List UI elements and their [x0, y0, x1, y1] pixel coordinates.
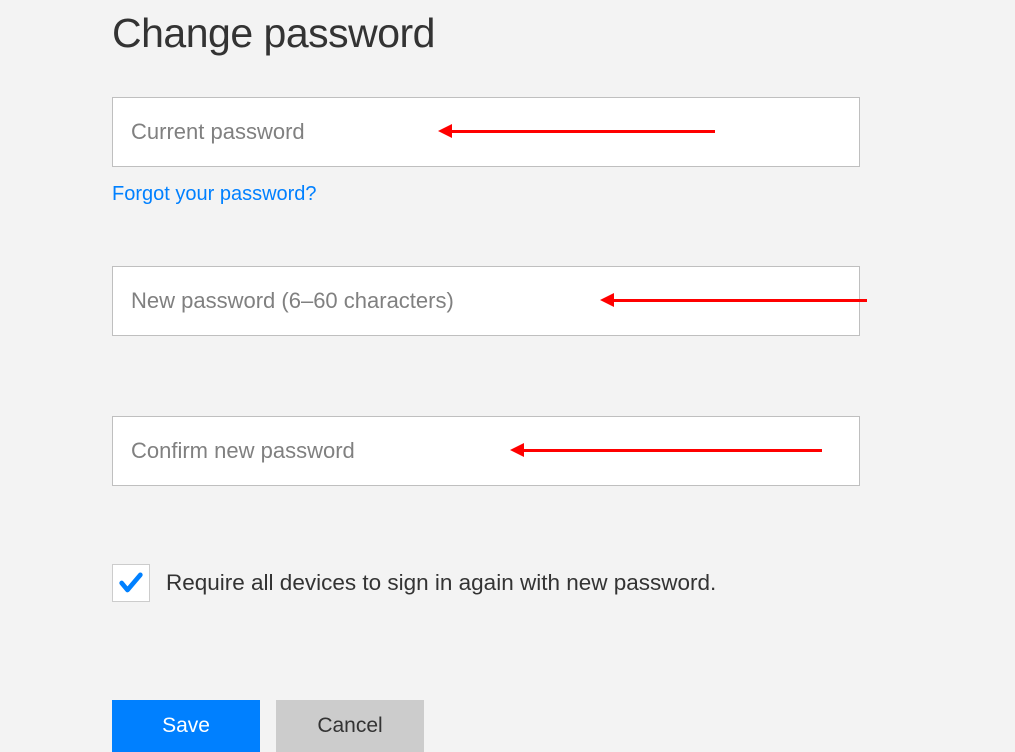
confirm-password-group [112, 416, 903, 486]
confirm-password-input[interactable] [112, 416, 860, 486]
check-icon [117, 569, 145, 597]
new-password-input[interactable] [112, 266, 860, 336]
current-password-group [112, 97, 903, 167]
save-button[interactable]: Save [112, 700, 260, 752]
require-signin-checkbox[interactable] [112, 564, 150, 602]
require-signin-row: Require all devices to sign in again wit… [112, 564, 903, 602]
forgot-password-link[interactable]: Forgot your password? [112, 183, 317, 206]
current-password-input[interactable] [112, 97, 860, 167]
page-title: Change password [112, 10, 903, 57]
cancel-button[interactable]: Cancel [276, 700, 424, 752]
new-password-group [112, 266, 903, 336]
button-row: Save Cancel [112, 700, 903, 752]
require-signin-label: Require all devices to sign in again wit… [166, 570, 716, 596]
